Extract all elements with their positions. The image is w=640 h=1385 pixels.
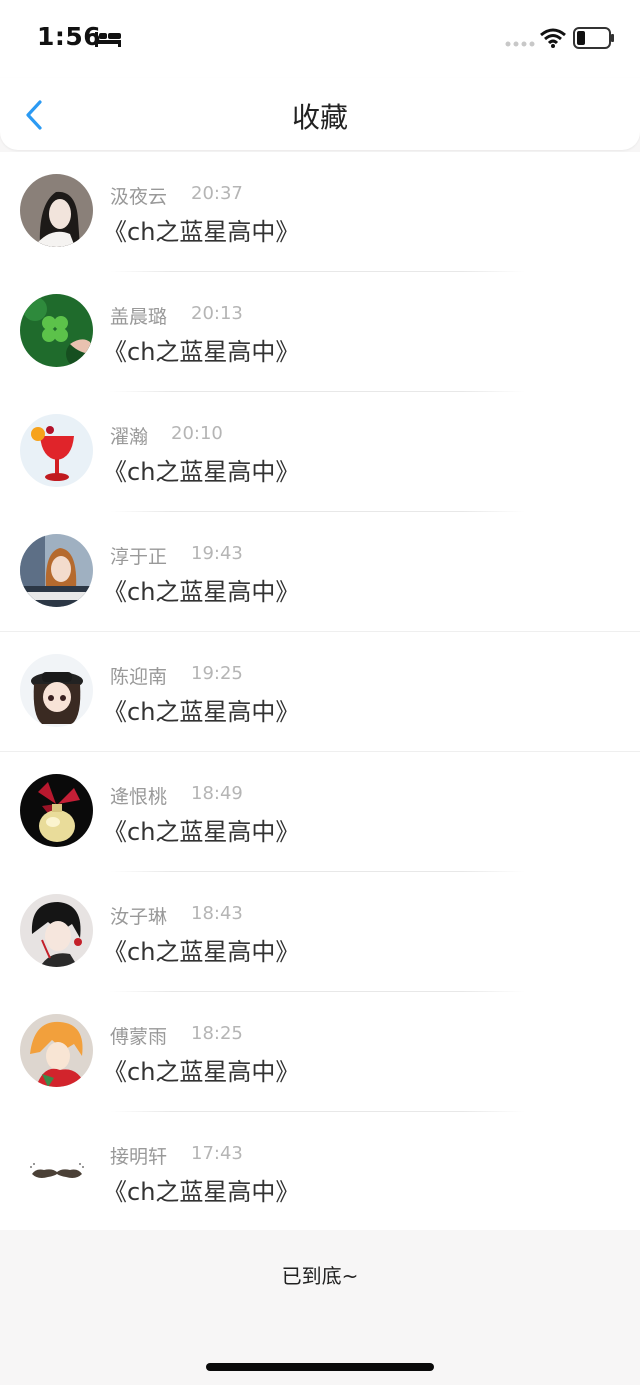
avatar <box>20 174 93 247</box>
status-bar: 1:56 <box>0 0 640 78</box>
item-time: 20:13 <box>191 303 243 324</box>
item-time: 19:43 <box>191 543 243 564</box>
item-name: 淳于正 <box>110 546 168 568</box>
signal-icon <box>505 41 535 47</box>
end-of-list-text: 已到底~ <box>281 1264 359 1288</box>
item-time: 19:25 <box>191 663 243 684</box>
avatar <box>20 894 93 967</box>
item-title: 《ch之蓝星高中》 <box>103 818 300 846</box>
avatar <box>20 1014 93 1087</box>
list-item[interactable]: 汲夜云 20:37 《ch之蓝星高中》 <box>0 152 640 272</box>
item-title: 《ch之蓝星高中》 <box>103 578 300 606</box>
item-name: 濯瀚 <box>110 426 149 448</box>
avatar <box>20 774 93 847</box>
item-title: 《ch之蓝星高中》 <box>103 1058 300 1086</box>
item-title: 《ch之蓝星高中》 <box>103 338 300 366</box>
item-time: 18:25 <box>191 1023 243 1044</box>
avatar <box>20 534 93 607</box>
item-title: 《ch之蓝星高中》 <box>103 458 300 486</box>
list-item[interactable]: 陈迎南 19:25 《ch之蓝星高中》 <box>0 632 640 752</box>
list-item[interactable]: 接明轩 17:43 《ch之蓝星高中》 <box>0 1112 640 1232</box>
item-time: 17:43 <box>191 1143 243 1164</box>
item-name: 傅蒙雨 <box>110 1026 168 1048</box>
list-item[interactable]: 傅蒙雨 18:25 《ch之蓝星高中》 <box>0 992 640 1112</box>
page-title: 收藏 <box>291 101 348 134</box>
item-name: 陈迎南 <box>110 666 168 688</box>
item-name: 逄恨桃 <box>110 786 168 808</box>
item-time: 20:37 <box>191 183 243 204</box>
item-title: 《ch之蓝星高中》 <box>103 698 300 726</box>
favorites-list: 汲夜云 20:37 《ch之蓝星高中》 盖晨璐 20:13 《ch之蓝星高中》 <box>0 152 640 1232</box>
list-item[interactable]: 盖晨璐 20:13 《ch之蓝星高中》 <box>0 272 640 392</box>
avatar <box>20 294 93 367</box>
item-title: 《ch之蓝星高中》 <box>103 938 300 966</box>
list-item[interactable]: 淳于正 19:43 《ch之蓝星高中》 <box>0 512 640 632</box>
item-time: 20:10 <box>171 423 223 444</box>
item-name: 汝子琳 <box>110 906 168 928</box>
home-indicator[interactable] <box>206 1363 434 1371</box>
nav-bar: 收藏 <box>0 78 640 150</box>
item-name: 接明轩 <box>110 1146 168 1168</box>
list-item[interactable]: 濯瀚 20:10 《ch之蓝星高中》 <box>0 392 640 512</box>
wifi-icon <box>540 28 566 48</box>
item-time: 18:49 <box>191 783 243 804</box>
item-time: 18:43 <box>191 903 243 924</box>
item-name: 汲夜云 <box>110 186 168 208</box>
list-item[interactable]: 逄恨桃 18:49 《ch之蓝星高中》 <box>0 752 640 872</box>
battery-icon <box>573 27 614 49</box>
item-title: 《ch之蓝星高中》 <box>103 1178 300 1206</box>
avatar <box>20 1134 93 1207</box>
item-title: 《ch之蓝星高中》 <box>103 218 300 246</box>
list-footer: 已到底~ <box>0 1230 640 1385</box>
status-time: 1:56 <box>37 22 102 51</box>
avatar <box>20 654 93 727</box>
item-name: 盖晨璐 <box>110 306 168 328</box>
avatar <box>20 414 93 487</box>
list-item[interactable]: 汝子琳 18:43 《ch之蓝星高中》 <box>0 872 640 992</box>
bed-icon <box>95 32 121 47</box>
